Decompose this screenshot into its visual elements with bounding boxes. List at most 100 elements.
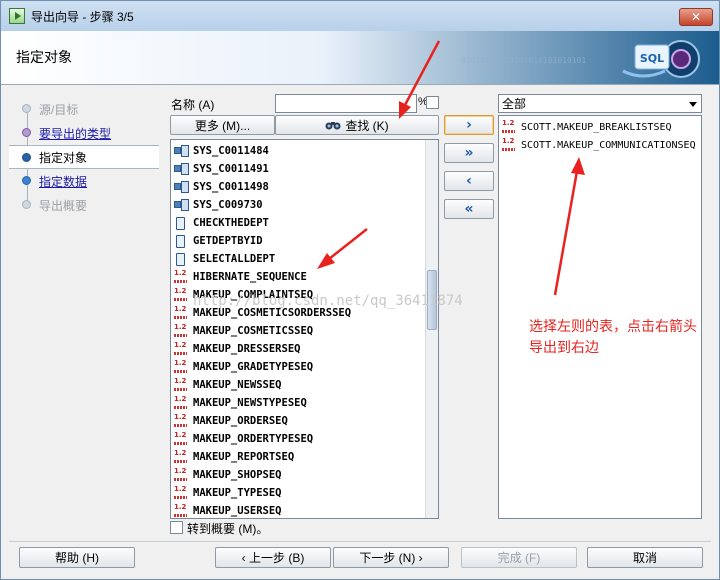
- list-item-label: MAKEUP_USERSEQ: [193, 505, 282, 517]
- list-item[interactable]: 1.2 HIBERNATE_SEQUENCE: [173, 268, 307, 286]
- finish-button[interactable]: 完成 (F): [461, 547, 577, 568]
- name-label: 名称 (A): [171, 98, 215, 112]
- name-filter-input[interactable]: [275, 94, 417, 113]
- step-specify-objects: 指定对象: [9, 145, 159, 169]
- table-icon: [173, 162, 189, 176]
- add-selected-button[interactable]: ›: [444, 115, 494, 135]
- list-item[interactable]: 1.2 MAKEUP_ORDERTYPESEQ: [173, 430, 313, 448]
- step-label: 指定对象: [39, 150, 88, 165]
- list-item-label: SELECTALLDEPT: [193, 253, 276, 265]
- wizard-app-icon: [9, 8, 25, 24]
- more-button-label: 更多 (M)...: [194, 118, 251, 133]
- sequence-icon: 1.2: [173, 378, 189, 392]
- list-item[interactable]: 1.2 MAKEUP_SHOPSEQ: [173, 466, 282, 484]
- more-button[interactable]: 更多 (M)...: [170, 115, 275, 135]
- list-item[interactable]: 1.2 MAKEUP_GRADETYPESEQ: [173, 358, 313, 376]
- sequence-icon: 1.2: [173, 342, 189, 356]
- list-item-label: MAKEUP_NEWSSEQ: [193, 379, 282, 391]
- find-button[interactable]: 查找 (K): [275, 115, 439, 135]
- list-item[interactable]: 1.2 MAKEUP_DRESSERSEQ: [173, 340, 300, 358]
- procedure-icon: [173, 234, 189, 248]
- list-item[interactable]: 1.2 MAKEUP_COSMETICSSEQ: [173, 322, 313, 340]
- list-item[interactable]: 1.2 MAKEUP_USERSEQ: [173, 502, 282, 518]
- list-item[interactable]: 1.2 MAKEUP_NEWSTYPESEQ: [173, 394, 307, 412]
- cancel-button[interactable]: 取消: [587, 547, 703, 568]
- footer-divider: [9, 541, 711, 542]
- procedure-icon: [173, 252, 189, 266]
- add-all-button[interactable]: »: [444, 143, 494, 163]
- list-item[interactable]: 1.2 MAKEUP_NEWSSEQ: [173, 376, 282, 394]
- list-item[interactable]: 1.2 MAKEUP_ORDERSEQ: [173, 412, 288, 430]
- page-title: 指定对象: [16, 49, 72, 65]
- sequence-icon: 1.2: [501, 138, 517, 152]
- back-button[interactable]: ‹ 上一步 (B): [215, 547, 331, 568]
- goto-summary-checkbox[interactable]: [170, 521, 183, 534]
- help-button[interactable]: 帮助 (H): [19, 547, 135, 568]
- list-item[interactable]: 1.2 MAKEUP_TYPESEQ: [173, 484, 282, 502]
- goto-summary-label[interactable]: 转到概要 (M)。: [187, 520, 268, 537]
- next-button[interactable]: 下一步 (N) ›: [333, 547, 449, 568]
- object-type-filter-select[interactable]: 全部: [498, 94, 702, 113]
- sequence-icon: 1.2: [173, 468, 189, 482]
- available-list-scrollbar[interactable]: [425, 140, 438, 518]
- wildcard-checkbox[interactable]: [426, 96, 439, 109]
- sequence-icon: 1.2: [173, 432, 189, 446]
- list-item[interactable]: SELECTALLDEPT: [173, 250, 275, 268]
- table-icon: [173, 180, 189, 194]
- list-item-label: GETDEPTBYID: [193, 235, 263, 247]
- list-item[interactable]: GETDEPTBYID: [173, 232, 263, 250]
- step-specify-data[interactable]: 指定数据: [9, 169, 159, 193]
- list-item[interactable]: SYS_C009730: [173, 196, 263, 214]
- list-item[interactable]: 1.2 SCOTT.MAKEUP_COMMUNICATIONSEQ: [501, 136, 696, 154]
- list-item-label: SCOTT.MAKEUP_COMMUNICATIONSEQ: [521, 139, 696, 151]
- step-dot-icon: [22, 128, 31, 137]
- table-icon: [173, 144, 189, 158]
- list-item-label: MAKEUP_ORDERTYPESEQ: [193, 433, 314, 445]
- list-item-label: CHECKTHEDEPT: [193, 217, 269, 229]
- list-item[interactable]: SYS_C0011498: [173, 178, 269, 196]
- sequence-icon: 1.2: [173, 306, 189, 320]
- list-item-label: MAKEUP_ORDERSEQ: [193, 415, 288, 427]
- list-item-label: MAKEUP_DRESSERSEQ: [193, 343, 301, 355]
- header-binary-decoration: 01010101010101010101010101: [461, 56, 587, 65]
- list-item-label: MAKEUP_COSMETICSSEQ: [193, 325, 314, 337]
- step-dot-icon: [22, 153, 31, 162]
- list-item-label: MAKEUP_REPORTSEQ: [193, 451, 295, 463]
- step-dot-icon: [22, 104, 31, 113]
- close-button[interactable]: ✕: [679, 8, 713, 26]
- watermark-text: http://blog.csdn.net/qq_36411874: [193, 293, 463, 309]
- step-label[interactable]: 指定数据: [39, 173, 87, 190]
- list-item-label: SYS_C0011491: [193, 163, 269, 175]
- wizard-header: 指定对象 01010101010101010101010101 SQL: [1, 31, 719, 85]
- sequence-icon: 1.2: [173, 270, 189, 284]
- list-item[interactable]: SYS_C0011484: [173, 142, 269, 160]
- list-item[interactable]: 1.2 MAKEUP_REPORTSEQ: [173, 448, 294, 466]
- step-export-types[interactable]: 要导出的类型: [9, 121, 159, 145]
- remove-all-button[interactable]: «: [444, 199, 494, 219]
- list-item[interactable]: SYS_C0011491: [173, 160, 269, 178]
- sequence-icon: 1.2: [173, 288, 189, 302]
- filter-selected-value: 全部: [502, 97, 527, 111]
- list-item[interactable]: CHECKTHEDEPT: [173, 214, 269, 232]
- list-item-label: SCOTT.MAKEUP_BREAKLISTSEQ: [521, 121, 672, 133]
- sequence-icon: 1.2: [173, 324, 189, 338]
- step-label: 导出概要: [39, 198, 88, 213]
- step-export-summary: 导出概要: [9, 193, 159, 217]
- step-dot-icon: [22, 200, 31, 209]
- sequence-icon: 1.2: [173, 360, 189, 374]
- available-objects-list[interactable]: SYS_C0011484 SYS_C0011491 SYS_C0011498 SYS_…: [170, 139, 439, 519]
- wizard-steps: 源/目标 要导出的类型 指定对象 指定数据 导出概要: [9, 97, 159, 217]
- remove-selected-button[interactable]: ‹: [444, 171, 494, 191]
- list-item-label: MAKEUP_GRADETYPESEQ: [193, 361, 314, 373]
- window-title: 导出向导 - 步骤 3/5: [31, 9, 134, 24]
- list-item-label: MAKEUP_NEWSTYPESEQ: [193, 397, 307, 409]
- table-icon: [173, 198, 189, 212]
- list-item-label: MAKEUP_SHOPSEQ: [193, 469, 282, 481]
- sequence-icon: 1.2: [173, 486, 189, 500]
- procedure-icon: [173, 216, 189, 230]
- list-item[interactable]: 1.2 SCOTT.MAKEUP_BREAKLISTSEQ: [501, 118, 672, 136]
- list-item-label: SYS_C009730: [193, 199, 263, 211]
- step-label[interactable]: 要导出的类型: [39, 125, 111, 142]
- step-source-target: 源/目标: [9, 97, 159, 121]
- sequence-icon: 1.2: [173, 450, 189, 464]
